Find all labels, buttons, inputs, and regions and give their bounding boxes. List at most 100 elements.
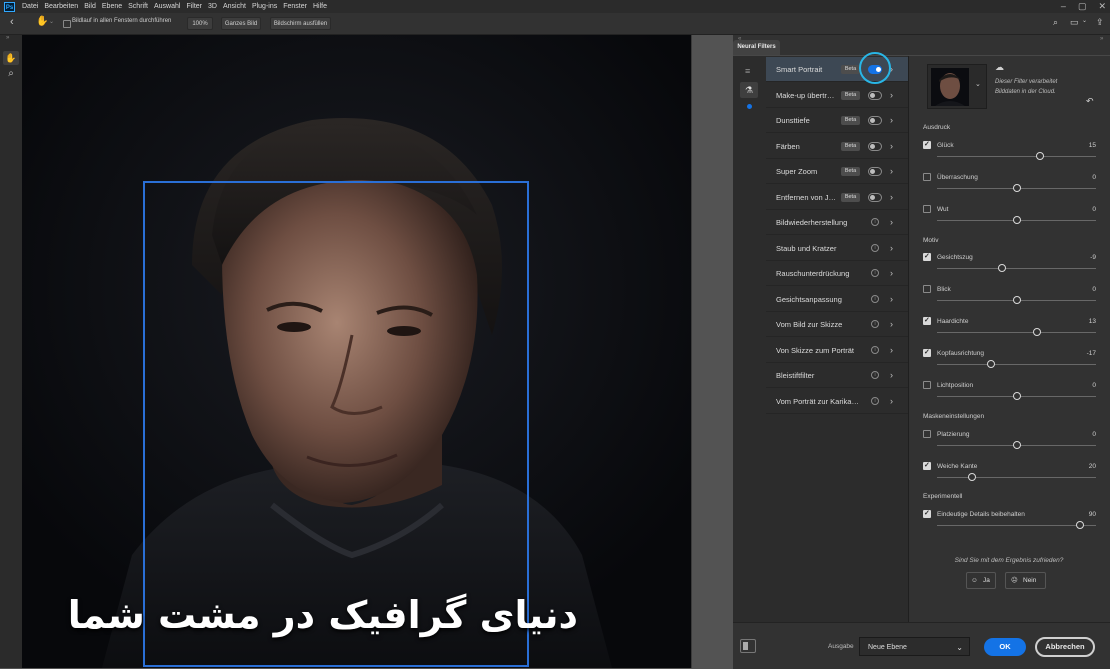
menu-schrift[interactable]: Schrift bbox=[125, 0, 151, 13]
slider-track[interactable] bbox=[937, 156, 1096, 157]
slider-track[interactable] bbox=[937, 268, 1096, 269]
slider-track[interactable] bbox=[937, 364, 1096, 365]
search-icon[interactable]: ⌕ bbox=[1053, 17, 1058, 28]
chevron-right-icon[interactable]: › bbox=[890, 287, 893, 312]
filter-row[interactable]: Make-up übertr… Beta › bbox=[766, 83, 908, 108]
collapse-toolbar-icon[interactable]: » bbox=[6, 35, 9, 41]
filter-toggle[interactable] bbox=[868, 192, 882, 202]
chevron-right-icon[interactable]: › bbox=[890, 261, 893, 286]
filter-toggle[interactable] bbox=[868, 141, 882, 151]
zoom-100-button[interactable]: 100% bbox=[187, 17, 213, 30]
filter-row[interactable]: Bildwiederherstellung i › bbox=[766, 210, 908, 235]
fit-screen-button[interactable]: Ganzes Bild bbox=[221, 17, 261, 30]
info-icon[interactable]: i bbox=[871, 294, 879, 303]
expand-panel-icon[interactable]: » bbox=[1100, 36, 1103, 42]
menu-auswahl[interactable]: Auswahl bbox=[151, 0, 183, 13]
filter-row[interactable]: Vom Bild zur Skizze i › bbox=[766, 312, 908, 337]
slider-knob[interactable] bbox=[1012, 392, 1021, 400]
setting-checkbox[interactable] bbox=[923, 509, 931, 518]
setting-checkbox[interactable] bbox=[923, 173, 931, 181]
workspace-icon[interactable]: ▭ bbox=[1070, 17, 1079, 28]
all-filters-icon[interactable]: ≡ bbox=[745, 66, 750, 76]
workspace-chevron-icon[interactable]: ⌄ bbox=[1082, 17, 1087, 24]
slider-track[interactable] bbox=[937, 525, 1096, 526]
slider-track[interactable] bbox=[937, 477, 1096, 478]
setting-checkbox[interactable] bbox=[923, 381, 931, 389]
fill-screen-button[interactable]: Bildschirm ausfüllen bbox=[270, 17, 331, 30]
beta-flask-icon[interactable]: ⚗ bbox=[740, 82, 758, 98]
slider-knob[interactable] bbox=[1012, 296, 1021, 304]
chevron-right-icon[interactable]: › bbox=[890, 312, 893, 337]
tool-preset-chevron-icon[interactable]: ⌄ bbox=[49, 18, 54, 25]
filter-toggle[interactable] bbox=[868, 116, 882, 125]
filter-row[interactable]: Von Skizze zum Porträt i › bbox=[766, 338, 908, 363]
filter-toggle[interactable] bbox=[868, 167, 882, 176]
slider-knob[interactable] bbox=[1012, 184, 1021, 192]
filter-row[interactable]: Dunsttiefe Beta › bbox=[766, 108, 908, 133]
menu-bild[interactable]: Bild bbox=[81, 0, 99, 13]
filter-row[interactable]: Färben Beta › bbox=[766, 134, 908, 159]
menu-filter[interactable]: Filter bbox=[183, 0, 205, 13]
menu-3d[interactable]: 3D bbox=[205, 0, 220, 13]
menu-plugins[interactable]: Plug-ins bbox=[249, 0, 280, 13]
feedback-yes-button[interactable]: ☺ Ja bbox=[966, 572, 996, 589]
chevron-right-icon[interactable]: › bbox=[890, 236, 893, 261]
slider-knob[interactable] bbox=[987, 360, 996, 368]
image-canvas[interactable] bbox=[22, 35, 691, 668]
cancel-button[interactable]: Abbrechen bbox=[1035, 637, 1095, 657]
zoom-tool-icon[interactable]: ⌕ bbox=[3, 67, 19, 81]
chevron-right-icon[interactable]: › bbox=[890, 389, 893, 414]
filter-row[interactable]: Vom Porträt zur Karika… i › bbox=[766, 389, 908, 414]
menu-ebene[interactable]: Ebene bbox=[99, 0, 125, 13]
filter-row[interactable]: Rauschunterdrückung i › bbox=[766, 261, 908, 286]
chevron-right-icon[interactable]: › bbox=[890, 108, 893, 133]
menu-hilfe[interactable]: Hilfe bbox=[310, 0, 330, 13]
chevron-right-icon[interactable]: › bbox=[890, 83, 893, 108]
filter-row[interactable]: Gesichtsanpassung i › bbox=[766, 287, 908, 312]
info-icon[interactable]: i bbox=[871, 371, 879, 379]
filter-row[interactable]: Bleistiftfilter i › bbox=[766, 363, 908, 388]
chevron-right-icon[interactable]: › bbox=[890, 338, 893, 363]
feedback-no-button[interactable]: ☹ Nein bbox=[1005, 572, 1046, 589]
setting-checkbox[interactable] bbox=[923, 461, 931, 470]
chevron-right-icon[interactable]: › bbox=[890, 159, 893, 184]
setting-checkbox[interactable] bbox=[923, 285, 931, 293]
close-icon[interactable]: ✕ bbox=[1098, 0, 1106, 13]
menu-datei[interactable]: Datei bbox=[19, 0, 41, 13]
chevron-right-icon[interactable]: › bbox=[890, 134, 893, 159]
slider-knob[interactable] bbox=[967, 473, 976, 481]
chevron-right-icon[interactable]: › bbox=[890, 210, 893, 235]
back-chevron-icon[interactable]: ‹ bbox=[10, 16, 14, 28]
info-icon[interactable]: i bbox=[871, 396, 879, 405]
tab-neural-filters[interactable]: Neural Filters bbox=[733, 40, 780, 55]
setting-checkbox[interactable] bbox=[923, 140, 931, 149]
chevron-right-icon[interactable]: › bbox=[890, 363, 893, 388]
share-icon[interactable]: ⇪ bbox=[1096, 17, 1104, 28]
reference-thumbnail-box[interactable]: ⌄ bbox=[927, 64, 987, 109]
info-icon[interactable]: i bbox=[871, 269, 879, 277]
filter-row[interactable]: Entfernen von J… Beta › bbox=[766, 185, 908, 210]
hand-tool-icon[interactable]: ✋ bbox=[36, 16, 48, 27]
menu-fenster[interactable]: Fenster bbox=[280, 0, 310, 13]
menu-ansicht[interactable]: Ansicht bbox=[220, 0, 249, 13]
menu-bearbeiten[interactable]: Bearbeiten bbox=[41, 0, 81, 13]
filter-toggle[interactable] bbox=[868, 90, 882, 100]
setting-checkbox[interactable] bbox=[923, 252, 931, 261]
slider-track[interactable] bbox=[937, 332, 1096, 333]
minimize-icon[interactable]: – bbox=[1061, 0, 1066, 13]
setting-checkbox[interactable] bbox=[923, 205, 931, 213]
slider-knob[interactable] bbox=[1012, 441, 1021, 449]
maximize-icon[interactable]: ▢ bbox=[1078, 0, 1087, 13]
scroll-all-checkbox[interactable] bbox=[63, 20, 71, 28]
reset-icon[interactable]: ↶ bbox=[1086, 96, 1094, 107]
output-select[interactable]: Neue Ebene ⌄ bbox=[859, 637, 970, 656]
setting-checkbox[interactable] bbox=[923, 348, 931, 357]
info-icon[interactable]: i bbox=[871, 218, 879, 226]
filter-row[interactable]: Staub und Kratzer i › bbox=[766, 236, 908, 261]
chevron-right-icon[interactable]: › bbox=[890, 185, 893, 210]
info-icon[interactable]: i bbox=[871, 320, 879, 328]
filter-row[interactable]: Super Zoom Beta › bbox=[766, 159, 908, 184]
thumbnail-dropdown-chevron-icon[interactable]: ⌄ bbox=[975, 80, 981, 88]
setting-checkbox[interactable] bbox=[923, 430, 931, 438]
info-icon[interactable]: i bbox=[871, 345, 879, 354]
